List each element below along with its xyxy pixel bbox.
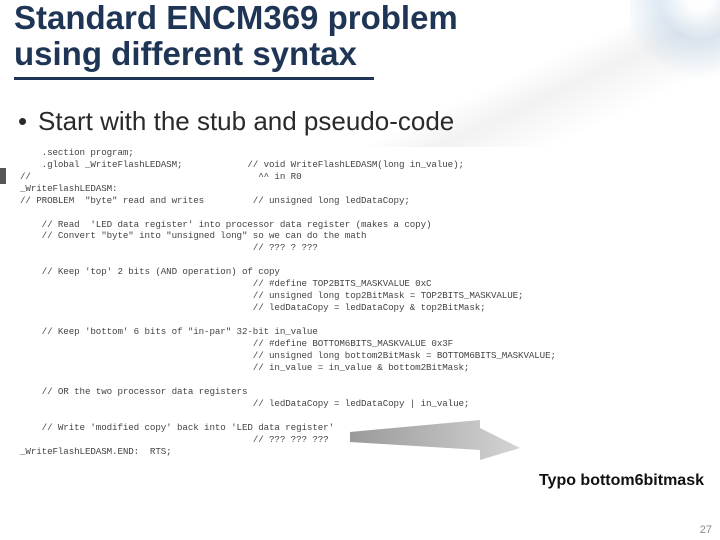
title-line-2: using different syntax <box>14 35 357 72</box>
slide-number: 27 <box>700 524 712 536</box>
title-line-1: Standard ENCM369 problem <box>14 0 458 36</box>
bullet-point-1: Start with the stub and pseudo-code <box>0 80 720 147</box>
pointer-arrow-icon <box>350 420 520 460</box>
left-margin-mark <box>0 168 6 184</box>
code-block-container: .section program; .global _WriteFlashLED… <box>20 147 712 458</box>
typo-annotation: Typo bottom6bitmask <box>539 472 704 490</box>
slide-title: Standard ENCM369 problem using different… <box>0 0 720 73</box>
assembly-pseudo-code: .section program; .global _WriteFlashLED… <box>20 147 712 458</box>
